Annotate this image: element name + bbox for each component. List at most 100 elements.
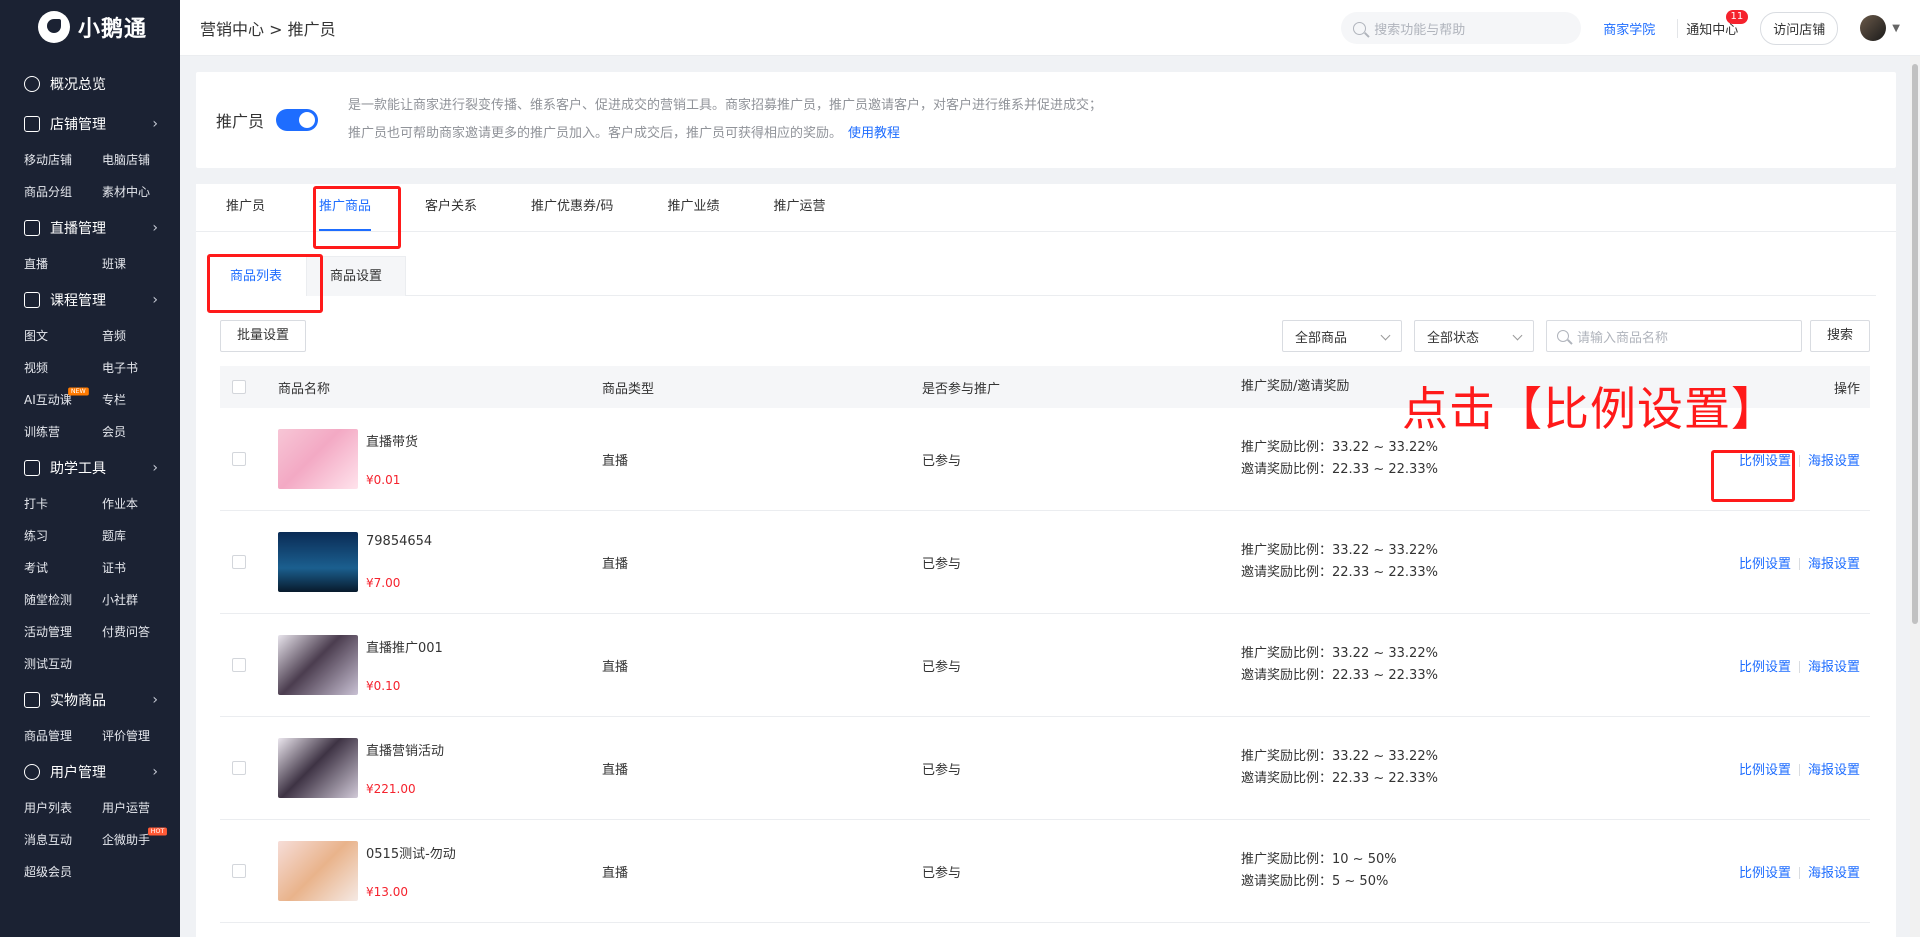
row-checkbox[interactable] [232, 761, 246, 775]
ratio-settings-button[interactable]: 比例设置 [1739, 557, 1791, 572]
tab-promo-performance[interactable]: 推广业绩 [667, 183, 737, 231]
sidebar-item-user-ops[interactable]: 用户运营 [102, 792, 180, 824]
row-checkbox[interactable] [232, 452, 246, 466]
sidebar-item-mobile-store[interactable]: 移动店铺 [24, 144, 102, 176]
sidebar-item-live[interactable]: 直播 [24, 248, 102, 280]
chevron-right-icon: › [152, 292, 158, 308]
sidebar-section-live[interactable]: 直播管理 › [0, 208, 180, 248]
poster-settings-button[interactable]: 海报设置 [1808, 866, 1860, 881]
sidebar-item-super-member[interactable]: 超级会员 [24, 856, 102, 888]
goods-name: 直播推广001 [366, 641, 443, 656]
sidebar-item-material[interactable]: 素材中心 [102, 176, 180, 208]
goods-name: 0515测试-勿动 [366, 847, 456, 862]
sidebar-section-store[interactable]: 店铺管理 › [0, 104, 180, 144]
sidebar-item-audio[interactable]: 音频 [102, 320, 180, 352]
sidebar-item-review[interactable]: 评价管理 [102, 720, 180, 752]
page-scrollbar[interactable] [1910, 56, 1920, 937]
breadcrumb: 营销中心 > 推广员 [200, 19, 336, 39]
global-search-input[interactable]: 搜索功能与帮助 [1341, 12, 1582, 44]
goods-search-input[interactable]: 请输入商品名称 [1545, 320, 1802, 352]
live-icon [24, 220, 40, 236]
tab-customer-relation[interactable]: 客户关系 [425, 183, 495, 231]
table-row: 0515测试-勿动 ¥13.00 直播 已参与 推广奖励比例：10 ~ 50% … [220, 820, 1870, 923]
sidebar-item-video[interactable]: 视频 [24, 352, 102, 384]
sidebar-item-practice[interactable]: 练习 [24, 520, 102, 552]
batch-settings-button[interactable]: 批量设置 [220, 320, 307, 352]
ratio-settings-button[interactable]: 比例设置 [1739, 660, 1791, 675]
brand-logo[interactable]: 小鹅通 [0, 0, 180, 54]
intro-card: 推广员 是一款能让商家进行裂变传播、维系客户、促进成交的营销工具。商家招募推广员… [196, 72, 1896, 168]
sidebar: 小鹅通 概况总览 店铺管理 › 移动店铺 电脑店铺 商品分组 素材中心 直播管理… [0, 0, 180, 937]
new-badge: NEW [68, 387, 89, 396]
sidebar-item-camp[interactable]: 训练营 [24, 416, 102, 448]
sidebar-section-overview[interactable]: 概况总览 [0, 64, 180, 104]
goods-price: ¥0.10 [366, 679, 401, 693]
main-tabs: 推广员 推广商品 客户关系 推广优惠券/码 推广业绩 推广运营 [196, 184, 1896, 232]
sidebar-item-community[interactable]: 小社群 [102, 584, 180, 616]
sidebar-item-ai-course[interactable]: AI互动课 NEW [24, 384, 102, 416]
sidebar-goods-items: 商品管理 评价管理 [0, 720, 180, 752]
tutorial-link[interactable]: 使用教程 [848, 126, 900, 141]
notice-center-link[interactable]: 通知中心 11 [1677, 9, 1749, 38]
select-all-checkbox[interactable] [232, 380, 246, 394]
sidebar-item-goods-group[interactable]: 商品分组 [24, 176, 102, 208]
visit-store-button[interactable]: 访问店铺 [1760, 11, 1839, 45]
poster-settings-button[interactable]: 海报设置 [1808, 660, 1860, 675]
sidebar-item-test-interaction[interactable]: 测试互动 [24, 648, 102, 680]
sidebar-section-user[interactable]: 用户管理 › [0, 752, 180, 792]
ratio-settings-button[interactable]: 比例设置 [1739, 763, 1791, 778]
status-filter-select[interactable]: 全部状态 [1413, 320, 1534, 352]
sidebar-item-wecom[interactable]: 企微助手 HOT [102, 824, 180, 856]
tab-promo-operation[interactable]: 推广运营 [773, 183, 843, 231]
tab-promoter[interactable]: 推广员 [226, 183, 283, 231]
sidebar-section-course[interactable]: 课程管理 › [0, 280, 180, 320]
hot-badge: HOT [148, 827, 168, 836]
tab-promo-goods[interactable]: 推广商品 [319, 183, 389, 231]
subtab-goods-settings[interactable]: 商品设置 [306, 256, 406, 296]
poster-settings-button[interactable]: 海报设置 [1808, 454, 1860, 469]
row-checkbox[interactable] [232, 555, 246, 569]
sidebar-item-class[interactable]: 班课 [102, 248, 180, 280]
ratio-settings-button[interactable]: 比例设置 [1739, 866, 1791, 881]
sidebar-section-goods[interactable]: 实物商品 › [0, 680, 180, 720]
sidebar-item-pc-store[interactable]: 电脑店铺 [102, 144, 180, 176]
sidebar-item-user-list[interactable]: 用户列表 [24, 792, 102, 824]
sidebar-item-ebook[interactable]: 电子书 [102, 352, 180, 384]
avatar[interactable] [1860, 15, 1887, 41]
sidebar-item-column[interactable]: 专栏 [102, 384, 180, 416]
goods-type: 直播 [602, 762, 629, 778]
feature-toggle[interactable] [276, 109, 319, 131]
caret-down-icon[interactable]: ▼ [1892, 23, 1900, 34]
sidebar-item-paid-qa[interactable]: 付费问答 [102, 616, 180, 648]
sidebar-item-certificate[interactable]: 证书 [102, 552, 180, 584]
scrollbar-thumb[interactable] [1912, 64, 1918, 624]
sidebar-item-homework[interactable]: 作业本 [102, 488, 180, 520]
sidebar-item-activity[interactable]: 活动管理 [24, 616, 102, 648]
poster-settings-button[interactable]: 海报设置 [1808, 557, 1860, 572]
sidebar-section-tools[interactable]: 助学工具 › [0, 448, 180, 488]
sidebar-item-question-bank[interactable]: 题库 [102, 520, 180, 552]
subtab-goods-list[interactable]: 商品列表 [206, 256, 306, 296]
goods-filter-select[interactable]: 全部商品 [1281, 320, 1402, 352]
row-checkbox[interactable] [232, 658, 246, 672]
promo-ratio: 推广奖励比例：10 ~ 50% [1241, 852, 1397, 867]
store-icon [24, 116, 40, 132]
merchant-academy-link[interactable]: 商家学院 [1603, 19, 1655, 38]
invite-ratio: 邀请奖励比例：22.33 ~ 22.33% [1241, 565, 1438, 580]
sidebar-live-items: 直播 班课 [0, 248, 180, 280]
search-button[interactable]: 搜索 [1809, 320, 1870, 352]
promo-ratio: 推广奖励比例：33.22 ~ 33.22% [1241, 646, 1438, 661]
poster-settings-button[interactable]: 海报设置 [1808, 763, 1860, 778]
sidebar-item-article[interactable]: 图文 [24, 320, 102, 352]
sidebar-item-checkin[interactable]: 打卡 [24, 488, 102, 520]
sidebar-item-goods-manage[interactable]: 商品管理 [24, 720, 102, 752]
ratio-settings-button[interactable]: 比例设置 [1739, 454, 1791, 469]
tab-promo-coupon[interactable]: 推广优惠券/码 [531, 183, 631, 231]
sidebar-item-member[interactable]: 会员 [102, 416, 180, 448]
sidebar-item-message[interactable]: 消息互动 [24, 824, 102, 856]
table-row: 直播营销活动 ¥221.00 直播 已参与 推广奖励比例：33.22 ~ 33.… [220, 717, 1870, 820]
sidebar-item-exam[interactable]: 考试 [24, 552, 102, 584]
row-checkbox[interactable] [232, 864, 246, 878]
sidebar-item-quiz[interactable]: 随堂检测 [24, 584, 102, 616]
chevron-right-icon: › [152, 116, 158, 132]
